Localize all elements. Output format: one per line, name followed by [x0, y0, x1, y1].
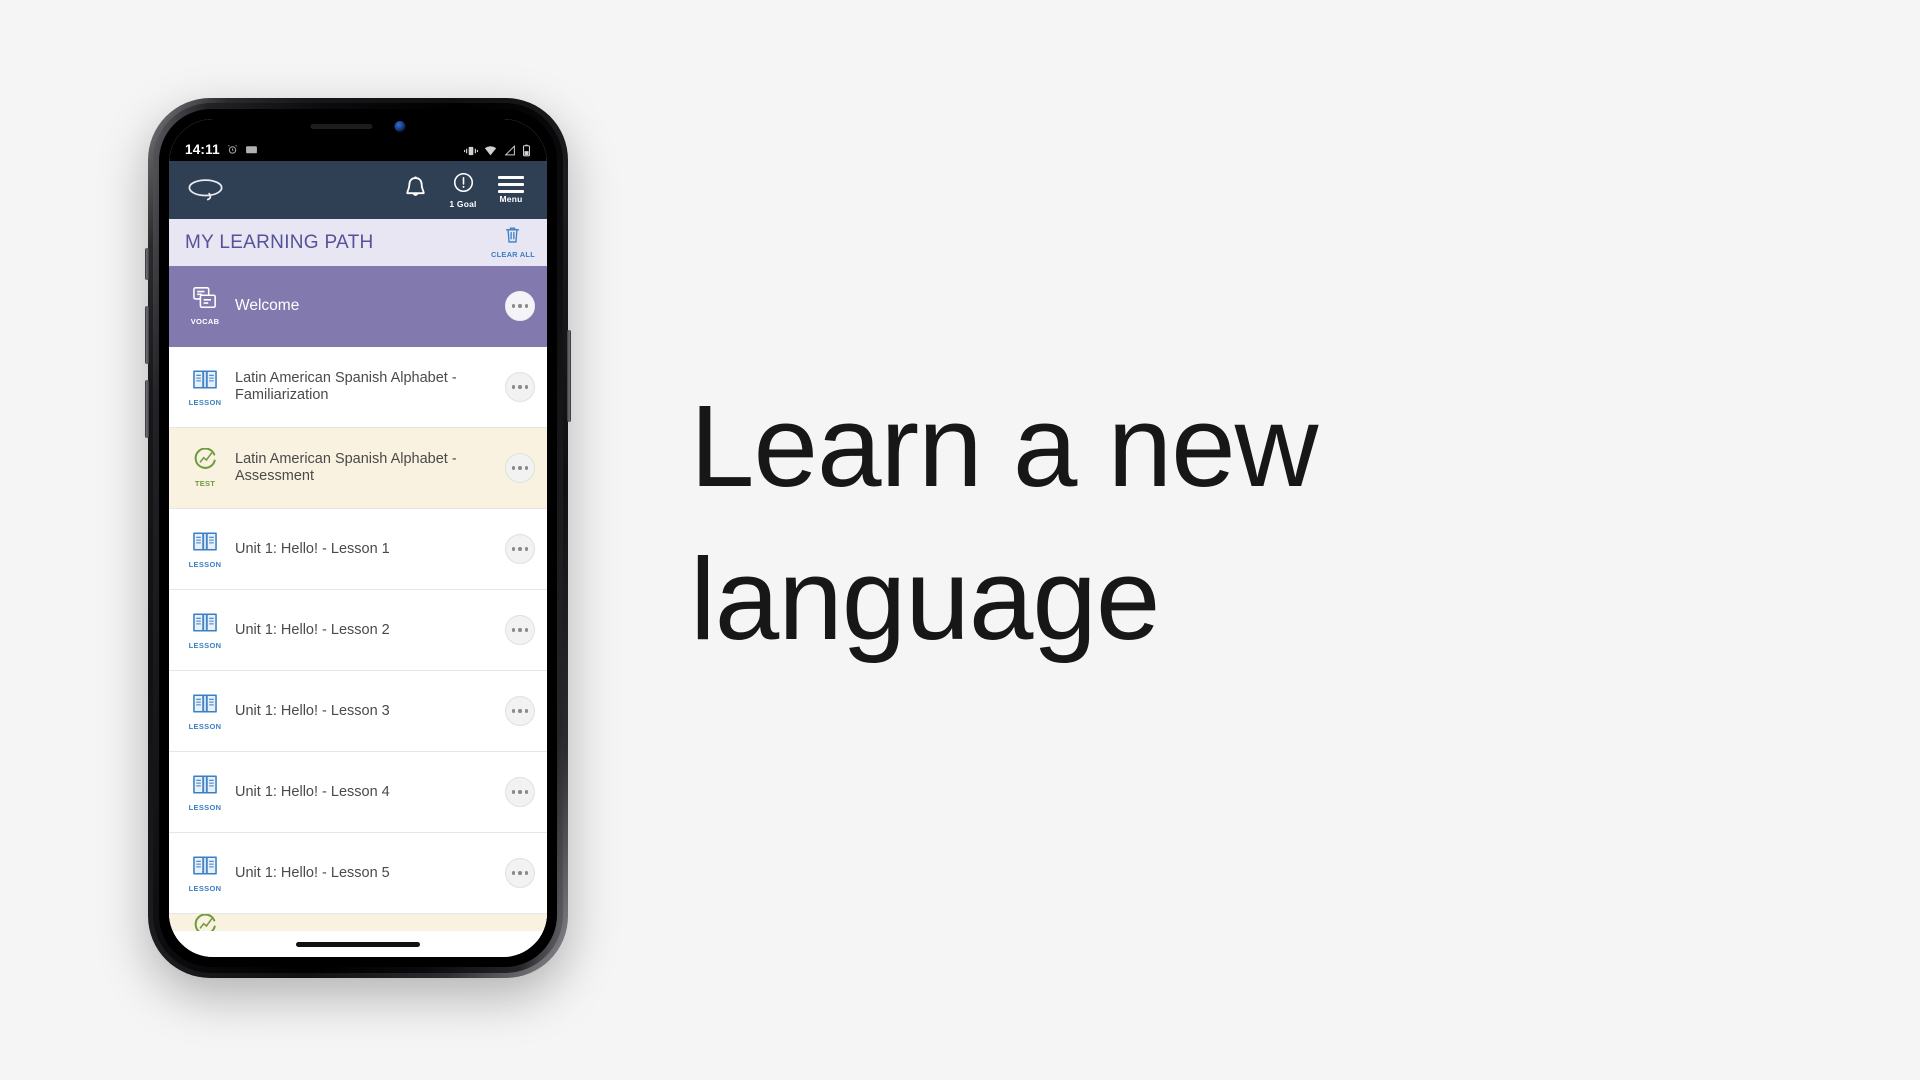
front-camera-icon — [394, 121, 406, 132]
power-button[interactable] — [567, 330, 571, 422]
earpiece-speaker-icon — [310, 124, 373, 129]
list-item[interactable]: LESSON Unit 1: Hello! - Lesson 2 — [169, 590, 547, 671]
open-book-icon — [192, 773, 218, 801]
overflow-menu-icon[interactable] — [505, 372, 535, 402]
row-title: Latin American Spanish Alphabet - Assess… — [235, 451, 457, 484]
row-tag: VOCAB — [190, 317, 220, 326]
row-tag: LESSON — [188, 559, 222, 569]
signal-icon — [503, 145, 516, 156]
open-book-icon — [192, 854, 218, 882]
mute-switch[interactable] — [145, 248, 149, 280]
home-indicator-area — [169, 931, 547, 957]
goal-alert-icon — [453, 172, 474, 198]
overflow-menu-icon[interactable] — [505, 291, 535, 321]
notifications-button[interactable] — [391, 175, 439, 206]
clear-all-label: CLEAR ALL — [490, 250, 535, 259]
list-item[interactable]: LESSON Unit 1: Hello! - Lesson 4 — [169, 752, 547, 833]
status-bar-clock: 14:11 — [185, 142, 220, 157]
row-icon-group: LESSON — [183, 854, 227, 893]
home-indicator[interactable] — [296, 941, 420, 947]
vocab-cards-icon — [192, 286, 218, 315]
row-title: Unit 1: Hello! - Lesson 1 — [235, 540, 390, 557]
assessment-icon — [193, 447, 218, 477]
overflow-menu-icon[interactable] — [505, 534, 535, 564]
alarm-icon — [227, 144, 238, 155]
overflow-menu-icon[interactable] — [505, 615, 535, 645]
bell-icon — [404, 175, 427, 206]
battery-icon — [522, 144, 531, 157]
row-tag: LESSON — [188, 883, 222, 893]
row-tag: TEST — [194, 479, 216, 488]
row-title: Unit 1: Hello! - Lesson 5 — [235, 864, 390, 881]
vibrate-icon — [464, 145, 478, 157]
page-title: MY LEARNING PATH — [185, 231, 374, 253]
list-item[interactable]: VOCAB Welcome — [169, 266, 547, 347]
open-book-icon — [192, 530, 218, 558]
learning-path-header: MY LEARNING PATH CLEAR ALL — [169, 219, 547, 266]
volume-up-button[interactable] — [145, 306, 149, 364]
list-item[interactable]: LESSON Unit 1: Hello! - Lesson 5 — [169, 833, 547, 914]
row-icon-group: VOCAB — [183, 286, 227, 326]
overflow-menu-icon[interactable] — [505, 858, 535, 888]
page-root: 14:11 1 Goal Menu MY LEARNING PATH CLEAR… — [0, 0, 1920, 1080]
rosetta-stone-logo[interactable] — [185, 177, 231, 203]
row-icon-group: LESSON — [183, 611, 227, 650]
row-tag: LESSON — [188, 802, 222, 812]
open-book-icon — [192, 611, 218, 639]
row-icon-group: TEST — [183, 447, 227, 488]
overflow-menu-icon[interactable] — [505, 777, 535, 807]
open-book-icon — [192, 368, 218, 396]
trash-icon — [504, 226, 521, 249]
row-title: Unit 1: Hello! - Lesson 3 — [235, 702, 390, 719]
list-item[interactable]: LESSON Unit 1: Hello! - Lesson 1 — [169, 509, 547, 590]
learning-path-list: VOCAB Welcome LESSON Latin American Span… — [169, 266, 547, 943]
headline-text: Learn a new language — [690, 381, 1318, 665]
app-header: 1 Goal Menu — [169, 161, 547, 219]
row-tag: LESSON — [188, 397, 222, 407]
row-title: Unit 1: Hello! - Lesson 2 — [235, 621, 390, 638]
goal-label: 1 Goal — [449, 198, 477, 209]
row-icon-group: LESSON — [183, 530, 227, 569]
overflow-menu-icon[interactable] — [505, 696, 535, 726]
list-item[interactable]: LESSON Unit 1: Hello! - Lesson 3 — [169, 671, 547, 752]
row-title: Latin American Spanish Alphabet - Famili… — [235, 370, 457, 403]
menu-label: Menu — [499, 194, 523, 204]
hamburger-icon — [498, 176, 524, 193]
row-title: Welcome — [235, 297, 300, 315]
row-icon-group: LESSON — [183, 773, 227, 812]
phone-notch — [258, 119, 458, 149]
phone-mockup: 14:11 1 Goal Menu MY LEARNING PATH CLEAR… — [145, 98, 571, 978]
row-tag: LESSON — [188, 640, 222, 650]
menu-button[interactable]: Menu — [487, 176, 535, 204]
clear-all-button[interactable]: CLEAR ALL — [491, 226, 535, 259]
volume-down-button[interactable] — [145, 380, 149, 438]
row-tag: LESSON — [188, 721, 222, 731]
wifi-icon — [484, 145, 497, 156]
goal-button[interactable]: 1 Goal — [439, 172, 487, 209]
open-book-icon — [192, 692, 218, 720]
phone-screen: 14:11 1 Goal Menu MY LEARNING PATH CLEAR… — [169, 119, 547, 957]
list-item[interactable]: LESSON Latin American Spanish Alphabet -… — [169, 347, 547, 428]
list-item[interactable]: TEST Latin American Spanish Alphabet - A… — [169, 428, 547, 509]
overflow-menu-icon[interactable] — [505, 453, 535, 483]
row-icon-group: LESSON — [183, 692, 227, 731]
row-title: Unit 1: Hello! - Lesson 4 — [235, 783, 390, 800]
screenshot-icon — [245, 144, 258, 155]
row-icon-group: LESSON — [183, 368, 227, 407]
